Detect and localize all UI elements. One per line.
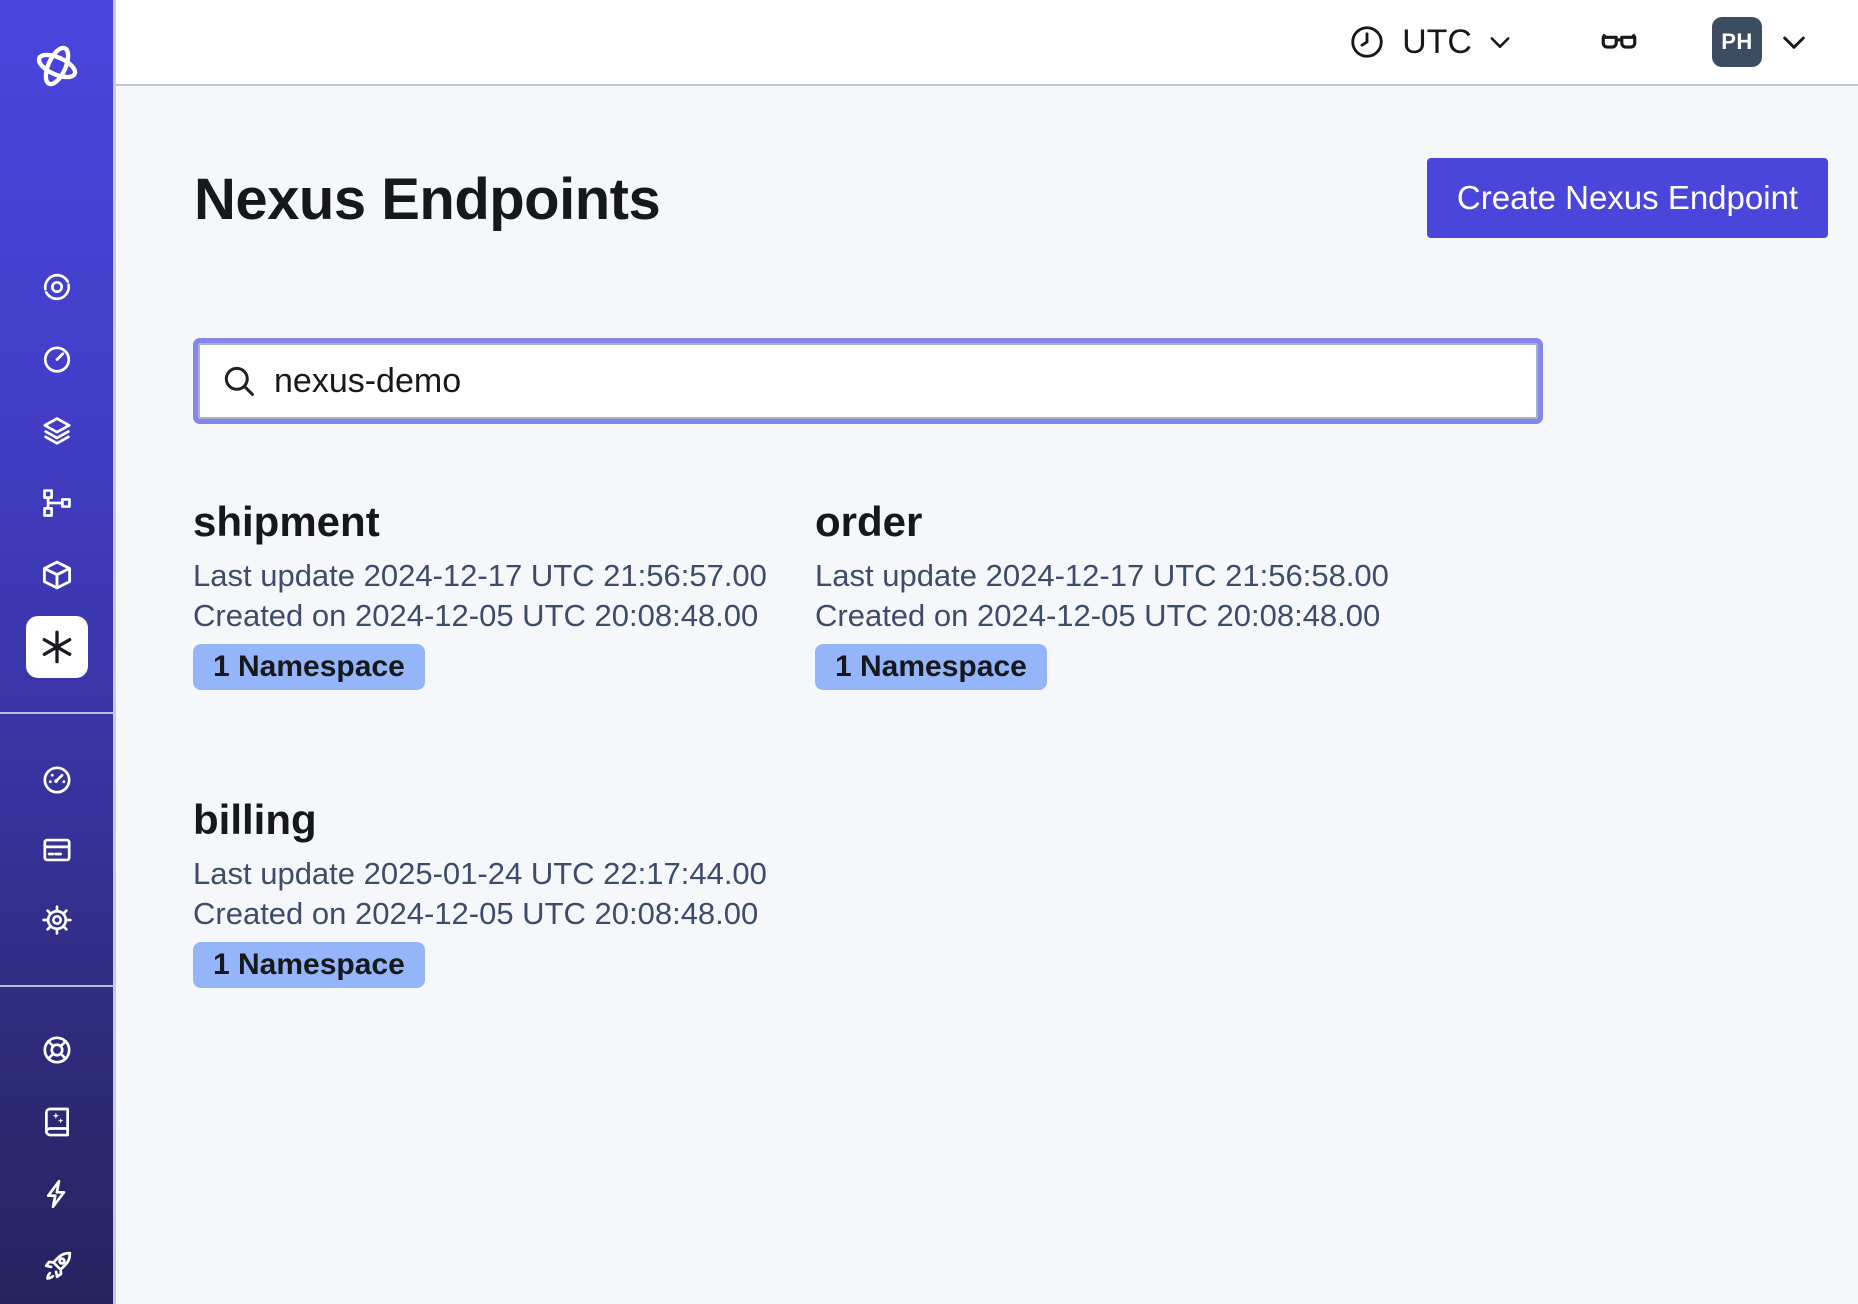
endpoint-name: billing <box>193 796 815 844</box>
docs-book-icon[interactable] <box>40 1105 74 1139</box>
chevron-down-icon <box>1486 28 1514 56</box>
top-header: UTC PH <box>116 0 1858 86</box>
page-title: Nexus Endpoints <box>194 166 660 233</box>
endpoint-name: shipment <box>193 498 815 546</box>
endpoint-card-order[interactable]: order Last update 2024-12-17 UTC 21:56:5… <box>815 498 1437 690</box>
namespaces-cube-icon[interactable] <box>39 557 75 593</box>
timezone-label: UTC <box>1402 23 1472 62</box>
sidebar <box>0 0 116 1304</box>
batch-operations-graph-icon[interactable] <box>40 486 74 520</box>
create-nexus-endpoint-button[interactable]: Create Nexus Endpoint <box>1427 158 1828 238</box>
endpoint-created: Created on 2024-12-05 UTC 20:08:48.00 <box>193 894 815 934</box>
endpoint-name: order <box>815 498 1437 546</box>
temporal-logo[interactable] <box>32 41 82 91</box>
namespace-badge: 1 Namespace <box>193 644 425 690</box>
workflows-swirl-icon[interactable] <box>40 270 74 304</box>
endpoint-last-update: Last update 2024-12-17 UTC 21:56:58.00 <box>815 556 1437 596</box>
clock-icon <box>1348 23 1386 61</box>
endpoint-created: Created on 2024-12-05 UTC 20:08:48.00 <box>815 596 1437 636</box>
search-icon <box>220 362 258 400</box>
user-menu-chevron[interactable] <box>1778 26 1810 58</box>
main-content: Nexus Endpoints Create Nexus Endpoint sh… <box>116 88 1858 1304</box>
search-bar <box>198 343 1538 419</box>
chevron-down-icon <box>1778 26 1810 58</box>
namespace-badge: 1 Namespace <box>193 942 425 988</box>
deployments-layers-icon[interactable] <box>40 414 74 448</box>
settings-gear-icon[interactable] <box>40 903 74 937</box>
usage-gauge-icon[interactable] <box>40 763 74 797</box>
nav-nexus-active[interactable] <box>26 616 88 678</box>
endpoint-last-update: Last update 2025-01-24 UTC 22:17:44.00 <box>193 854 815 894</box>
user-avatar[interactable]: PH <box>1712 17 1762 67</box>
support-lifering-icon[interactable] <box>40 1033 74 1067</box>
labs-glasses-icon[interactable] <box>1598 21 1640 63</box>
sidebar-divider <box>0 712 113 714</box>
timezone-selector[interactable]: UTC <box>1348 23 1514 62</box>
feedback-lightning-icon[interactable] <box>40 1177 74 1211</box>
endpoint-created: Created on 2024-12-05 UTC 20:08:48.00 <box>193 596 815 636</box>
namespace-badge: 1 Namespace <box>815 644 1047 690</box>
getting-started-rocket-icon[interactable] <box>39 1248 75 1284</box>
billing-card-icon[interactable] <box>40 833 74 867</box>
search-input[interactable] <box>274 362 1516 401</box>
schedules-timer-icon[interactable] <box>40 342 74 376</box>
endpoint-grid: shipment Last update 2024-12-17 UTC 21:5… <box>193 498 1437 988</box>
endpoint-card-shipment[interactable]: shipment Last update 2024-12-17 UTC 21:5… <box>193 498 815 690</box>
endpoint-card-billing[interactable]: billing Last update 2025-01-24 UTC 22:17… <box>193 796 815 988</box>
endpoint-last-update: Last update 2024-12-17 UTC 21:56:57.00 <box>193 556 815 596</box>
nexus-asterisk-icon <box>37 627 77 667</box>
sidebar-divider <box>0 985 113 987</box>
